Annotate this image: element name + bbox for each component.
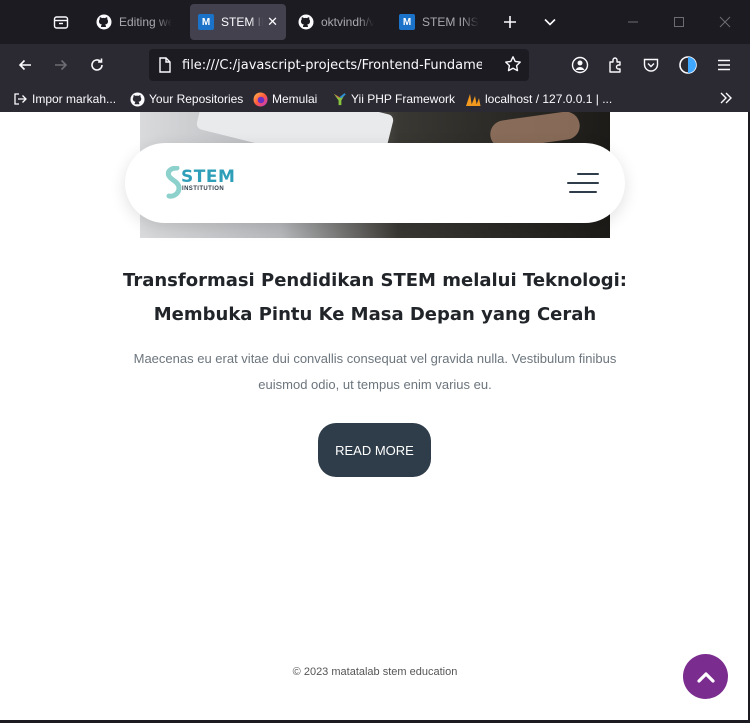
maximize-icon[interactable] [667,10,691,34]
tab-editing[interactable]: Editing wel [88,4,180,40]
tab-oktvindh[interactable]: oktvindh/v [290,4,382,40]
bookmark-import[interactable]: Impor markah... [12,90,116,108]
scroll-to-top-button[interactable] [683,654,728,699]
yii-icon [331,91,347,107]
tab-stem-active[interactable]: M STEM IN ✕ [190,4,286,40]
new-tab-icon[interactable] [494,6,526,38]
github-icon [129,91,145,107]
logo-text: STEM [181,167,236,187]
github-icon [298,14,314,30]
bookmark-repositories[interactable]: Your Repositories [129,90,243,108]
footer-copyright: © 2023 matatalab stem education [292,666,458,678]
browser-nav-bar: file:///C:/javascript-projects/Frontend-… [0,44,750,86]
page-viewport: STEM INSTITUTION Transformasi Pendidikan… [0,112,748,720]
extensions-icon[interactable] [602,51,630,79]
back-icon[interactable] [11,51,39,79]
url-bar[interactable]: file:///C:/javascript-projects/Frontend-… [149,49,529,81]
account-icon[interactable] [566,51,594,79]
more-bookmarks-icon[interactable] [719,89,733,107]
read-more-button[interactable]: READ MORE [318,423,431,477]
browser-tab-bar: Editing wel M STEM IN ✕ oktvindh/v M STE… [0,0,750,44]
forward-icon[interactable] [47,51,75,79]
firefox-icon [252,91,268,107]
firefox-view-icon[interactable] [45,6,77,38]
article-title: Transformasi Pendidikan STEM melalui Tek… [123,270,627,325]
tab-stem-2[interactable]: M STEM INSTI [391,4,487,40]
url-text[interactable]: file:///C:/javascript-projects/Frontend-… [182,58,482,73]
reload-icon[interactable] [83,51,111,79]
hamburger-menu-icon[interactable] [567,171,599,195]
logo-subtext: INSTITUTION [182,186,225,192]
phpmyadmin-icon [465,91,481,107]
bookmark-yii[interactable]: Yii PHP Framework [331,90,455,108]
m-favicon-icon: M [198,14,214,30]
import-icon [12,91,28,107]
bookmark-memulai[interactable]: Memulai [252,90,317,108]
list-all-tabs-icon[interactable] [534,6,566,38]
m-favicon-icon: M [399,14,415,30]
site-header: STEM INSTITUTION [125,143,625,223]
page-file-icon [158,57,172,78]
close-window-icon[interactable] [713,10,737,34]
tab-title: Editing wel [119,15,172,29]
tab-title: STEM INSTI [422,15,479,29]
close-tab-icon[interactable]: ✕ [267,14,278,30]
app-menu-icon[interactable] [710,51,738,79]
tab-title: STEM IN [221,15,263,29]
bookmark-label: Your Repositories [149,92,244,106]
sync-status-icon[interactable] [674,51,702,79]
bookmark-label: Yii PHP Framework [351,92,456,106]
site-logo[interactable]: STEM INSTITUTION [165,166,245,200]
bookmarks-toolbar: Impor markah... Your Repositories Memula… [0,86,750,112]
bookmark-label: Memulai [272,92,318,106]
github-icon [96,14,112,30]
article-description: Maecenas eu erat vitae dui convallis con… [133,351,617,392]
chevron-up-icon [696,671,715,683]
bookmark-label: Impor markah... [32,92,117,106]
tab-title: oktvindh/v [321,15,374,29]
bookmark-label: localhost / 127.0.0.1 | ... [485,92,613,106]
pocket-icon[interactable] [637,51,665,79]
bookmark-star-icon[interactable] [504,55,522,78]
minimize-icon[interactable] [621,10,645,34]
bookmark-phpmyadmin[interactable]: localhost / 127.0.0.1 | ... [465,90,612,108]
